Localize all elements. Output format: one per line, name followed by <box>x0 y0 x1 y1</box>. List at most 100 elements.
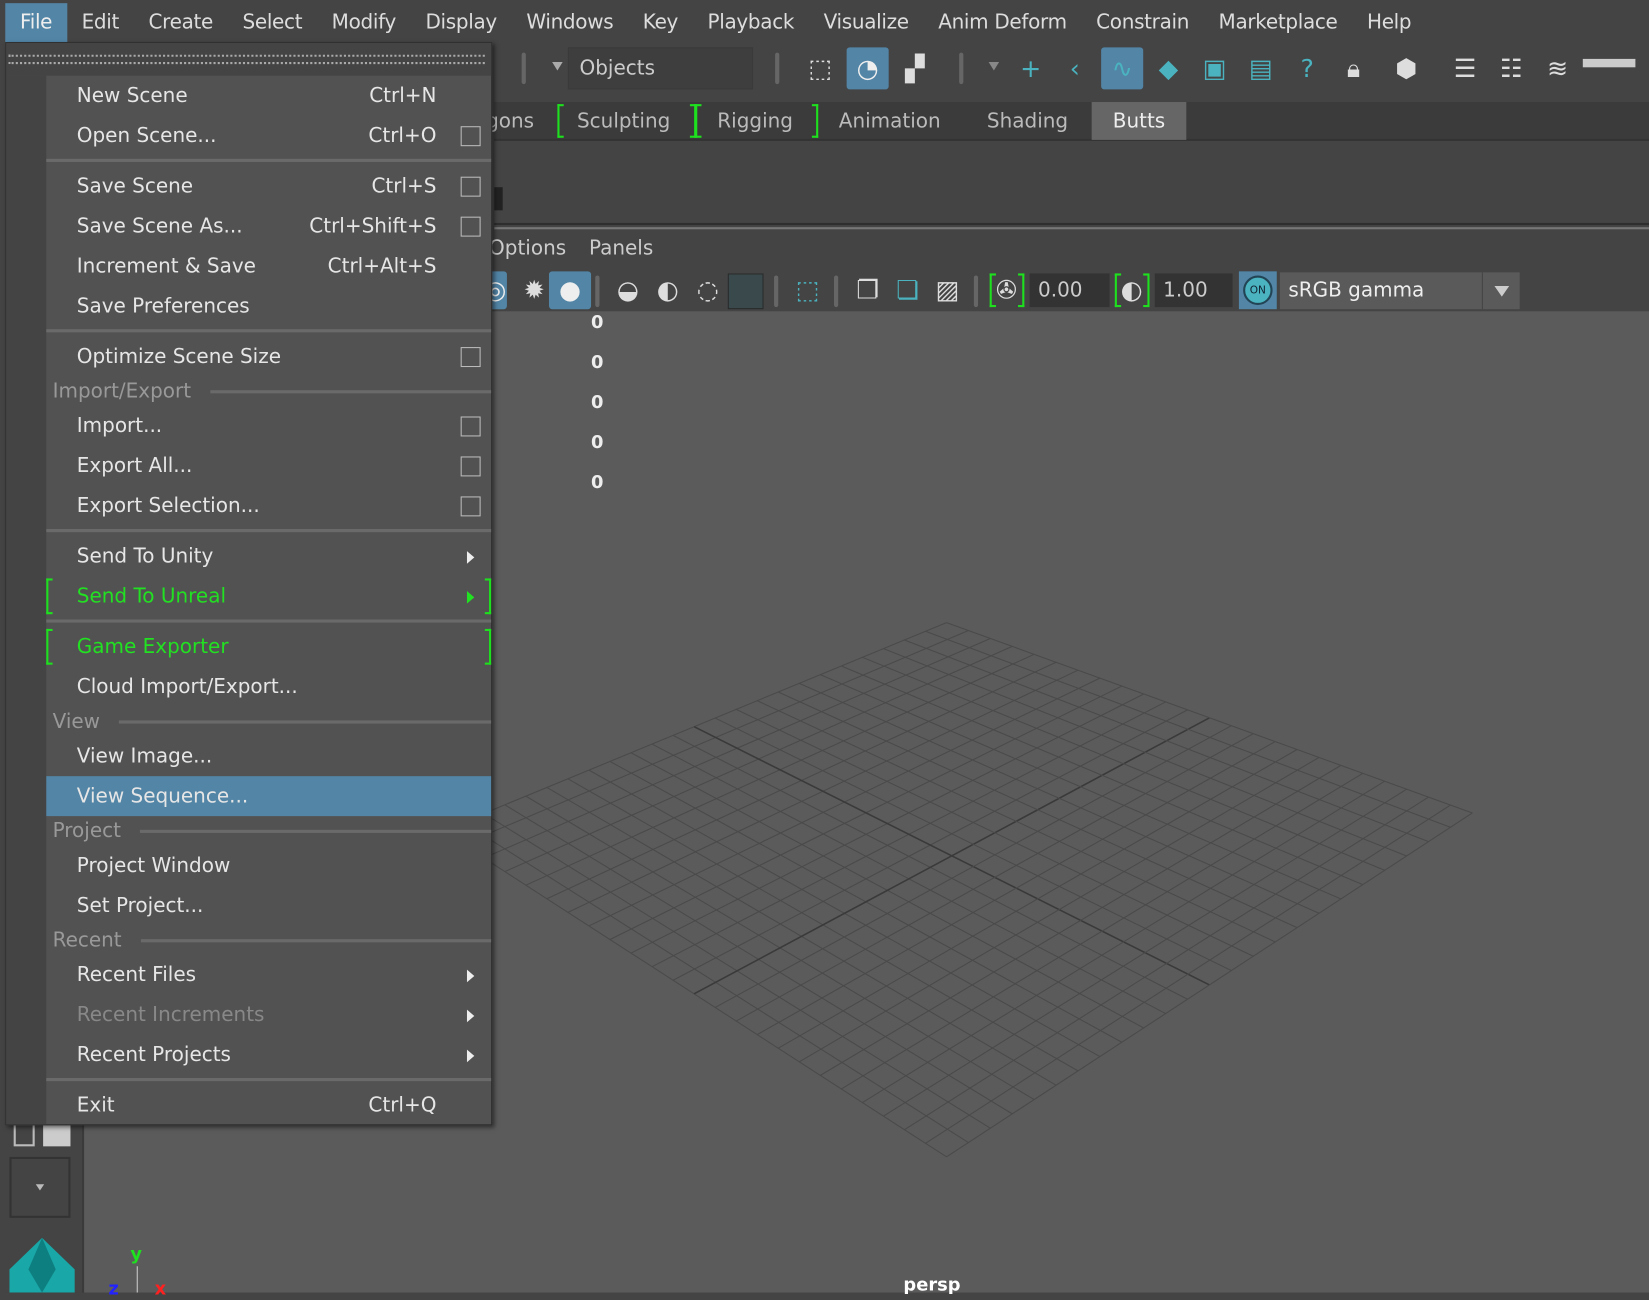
menu-item-set-project[interactable]: Set Project... <box>46 886 491 926</box>
shelf-tab-animation[interactable]: Animation <box>818 102 961 140</box>
option-box-icon[interactable] <box>460 496 481 517</box>
menu-file[interactable]: File <box>5 2 67 42</box>
menu-marketplace[interactable]: Marketplace <box>1204 3 1352 42</box>
shelf-tab-sculpting[interactable]: Sculpting <box>560 102 688 140</box>
layout-two-icon[interactable] <box>43 1123 71 1147</box>
shelf-handle[interactable] <box>494 187 503 211</box>
menu-separator <box>46 616 492 627</box>
image-plane-icon[interactable]: ▨ <box>927 271 969 309</box>
render-clapper-icon[interactable]: ▤ <box>1240 47 1282 89</box>
tear-off-handle[interactable] <box>6 43 492 76</box>
render-region-icon[interactable]: ▣ <box>1194 47 1236 89</box>
hud-value: 0 <box>591 392 604 414</box>
layout-single-icon[interactable] <box>13 1123 35 1147</box>
menu-windows[interactable]: Windows <box>512 3 628 42</box>
toolbar-separator[interactable] <box>521 52 526 85</box>
help-icon[interactable]: ? <box>1286 47 1328 89</box>
menu-item-recent-projects[interactable]: Recent Projects <box>46 1035 491 1075</box>
menu-key[interactable]: Key <box>628 3 693 42</box>
hud-value: 0 <box>591 312 604 334</box>
menu-item-exit[interactable]: Exit Ctrl+Q <box>46 1085 491 1125</box>
menu-playback[interactable]: Playback <box>693 3 809 42</box>
menu-item-import[interactable]: Import... <box>46 406 491 446</box>
channel-box-icon[interactable]: ☰ <box>1444 47 1486 89</box>
marker-bracket <box>811 104 819 138</box>
layout-dropdown[interactable] <box>9 1156 71 1218</box>
option-box-icon[interactable] <box>460 176 481 197</box>
menu-create[interactable]: Create <box>134 3 228 42</box>
shadows-icon[interactable]: ◒ <box>607 271 649 309</box>
menu-item-view-sequence[interactable]: View Sequence... <box>46 776 492 817</box>
gamma-field[interactable]: 1.00 <box>1154 273 1233 308</box>
isolate-select-icon[interactable]: ⬚ <box>787 271 829 309</box>
shelf-tab-rigging[interactable]: Rigging <box>694 102 816 140</box>
menu-item-open-scene[interactable]: Open Scene... Ctrl+O <box>46 116 491 156</box>
color-management-toggle[interactable]: ON <box>1238 271 1277 310</box>
option-box-icon[interactable] <box>460 416 481 437</box>
file-menu: New Scene Ctrl+N Open Scene... Ctrl+O Save S… <box>5 42 493 1126</box>
option-box-icon[interactable] <box>460 126 481 147</box>
xray-icon[interactable]: ❐ <box>847 271 889 309</box>
menu-item-save-preferences[interactable]: Save Preferences <box>46 286 491 326</box>
snap-curve-icon[interactable]: ‹ <box>1054 47 1096 89</box>
select-object-icon[interactable]: ◔ <box>846 47 889 90</box>
menu-item-send-to-unreal[interactable]: Send To Unreal <box>46 576 492 616</box>
textures-icon[interactable] <box>727 273 764 310</box>
option-box-icon[interactable] <box>460 456 481 477</box>
option-box-icon[interactable] <box>460 347 481 368</box>
panel-menu-options[interactable]: Options <box>489 237 566 260</box>
attribute-editor-icon[interactable]: ☷ <box>1490 47 1532 89</box>
shelf-tab-butts[interactable]: Butts <box>1091 102 1187 140</box>
select-component-icon[interactable]: ▞ <box>894 47 936 89</box>
menu-help[interactable]: Help <box>1352 3 1426 42</box>
menu-item-increment-save[interactable]: Increment & Save Ctrl+Alt+S <box>46 246 491 286</box>
menu-section-recent: Recent <box>46 925 492 954</box>
menu-item-send-to-unity[interactable]: Send To Unity <box>46 536 491 576</box>
shaded-icon[interactable]: ● <box>548 271 592 310</box>
option-box-icon[interactable] <box>460 216 481 237</box>
menu-item-export-all[interactable]: Export All... <box>46 446 491 486</box>
sign-in-icon[interactable] <box>1582 58 1636 68</box>
color-space-dropdown[interactable]: sRGB gamma <box>1279 272 1520 310</box>
shelf-tab-shading[interactable]: Shading <box>963 102 1091 140</box>
snap-grid-icon[interactable]: + <box>1010 47 1052 89</box>
menu-item-project-window[interactable]: Project Window <box>46 846 491 886</box>
menu-item-view-image[interactable]: View Image... <box>46 736 491 776</box>
menu-item-save-scene[interactable]: Save Scene Ctrl+S <box>46 166 491 206</box>
menu-item-recent-increments[interactable]: Recent Increments <box>46 995 491 1035</box>
menu-select[interactable]: Select <box>228 3 317 42</box>
menu-anim-deform[interactable]: Anim Deform <box>923 3 1081 42</box>
xray-joints-icon[interactable]: ❏ <box>887 271 929 309</box>
menu-modify[interactable]: Modify <box>317 3 411 42</box>
menu-item-label: Exit <box>76 1093 115 1117</box>
menu-constrain[interactable]: Constrain <box>1081 3 1203 42</box>
menu-item-optimize-scene-size[interactable]: Optimize Scene Size <box>46 337 491 377</box>
pane-divider[interactable] <box>494 222 1649 230</box>
cube-icon[interactable]: ⬢ <box>1385 47 1427 89</box>
menu-item-new-scene[interactable]: New Scene Ctrl+N <box>46 76 491 116</box>
exposure-field[interactable]: 0.00 <box>1029 273 1110 308</box>
ambient-occlusion-icon[interactable]: ◐ <box>647 271 689 309</box>
selection-mode-dropdown[interactable]: Objects <box>567 47 754 90</box>
menu-item-cloud-import-export[interactable]: Cloud Import/Export... <box>46 667 491 707</box>
menu-item-export-selection[interactable]: Export Selection... <box>46 486 491 526</box>
select-hierarchy-icon[interactable]: ⬚ <box>799 47 841 89</box>
layers-icon[interactable]: ≋ <box>1537 47 1579 89</box>
chevron-down-icon[interactable] <box>988 62 1000 71</box>
menu-item-label: Recent Files <box>76 963 197 987</box>
motion-blur-icon[interactable]: ◌ <box>687 271 729 309</box>
menu-visualize[interactable]: Visualize <box>809 3 924 42</box>
snap-view-plane-icon[interactable]: ◆ <box>1147 47 1189 89</box>
menu-display[interactable]: Display <box>411 3 512 42</box>
menu-edit[interactable]: Edit <box>67 3 134 42</box>
menu-item-game-exporter[interactable]: Game Exporter <box>46 627 492 667</box>
menu-item-label: Export All... <box>76 454 193 478</box>
snap-point-icon[interactable]: ∿ <box>1101 47 1144 90</box>
lock-icon[interactable]: 🔒︎ <box>1333 47 1375 89</box>
chevron-down-icon[interactable] <box>552 62 563 71</box>
menu-item-recent-files[interactable]: Recent Files <box>46 955 491 995</box>
submenu-arrow-icon <box>466 591 475 604</box>
dropdown-button[interactable] <box>1481 272 1520 310</box>
panel-menu-panels[interactable]: Panels <box>589 237 653 260</box>
menu-item-save-scene-as[interactable]: Save Scene As... Ctrl+Shift+S <box>46 206 491 246</box>
